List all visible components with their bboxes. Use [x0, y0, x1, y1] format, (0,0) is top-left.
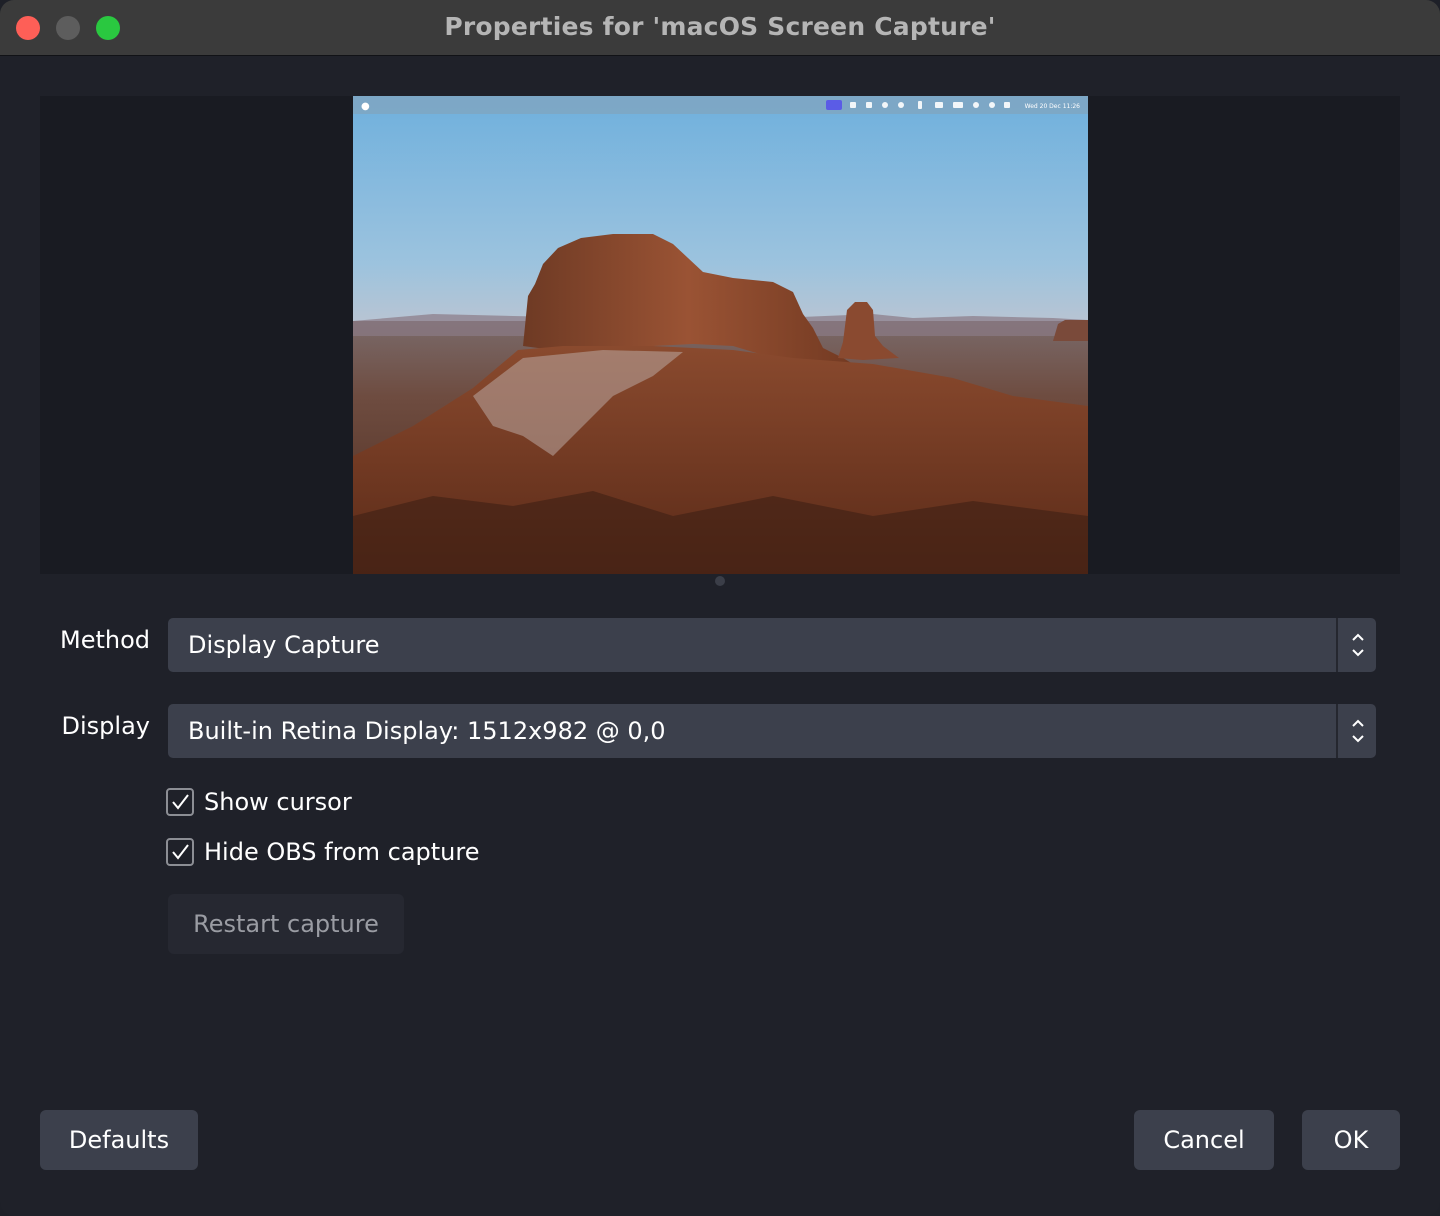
display-label: Display: [61, 712, 150, 740]
show-cursor-checkbox[interactable]: [166, 788, 194, 816]
defaults-button[interactable]: Defaults: [40, 1110, 198, 1170]
window-title: Properties for 'macOS Screen Capture': [444, 12, 996, 41]
hide-obs-checkbox[interactable]: [166, 838, 194, 866]
display-select-value: Built-in Retina Display: 1512x982 @ 0,0: [188, 717, 666, 745]
select-arrows-icon: [1336, 704, 1376, 758]
checkmark-icon: [172, 794, 189, 810]
ok-button[interactable]: OK: [1302, 1110, 1400, 1170]
hide-obs-label: Hide OBS from capture: [204, 838, 480, 866]
cancel-button[interactable]: Cancel: [1134, 1110, 1274, 1170]
capture-preview: ● Wed 20 Dec 11:26: [40, 96, 1400, 574]
method-select[interactable]: Display Capture: [168, 618, 1376, 672]
show-cursor-label: Show cursor: [204, 788, 352, 816]
svg-text:●: ●: [361, 101, 370, 112]
desktop-preview-image: ● Wed 20 Dec 11:26: [353, 96, 1088, 574]
select-arrows-icon: [1336, 618, 1376, 672]
method-select-value: Display Capture: [188, 631, 380, 659]
restart-capture-button[interactable]: Restart capture: [168, 894, 404, 954]
preview-resize-handle[interactable]: [715, 576, 725, 586]
display-select[interactable]: Built-in Retina Display: 1512x982 @ 0,0: [168, 704, 1376, 758]
properties-window: Properties for 'macOS Screen Capture' ● …: [0, 0, 1440, 1216]
checkmark-icon: [172, 844, 189, 860]
method-label: Method: [59, 626, 150, 654]
menubar-clock: Wed 20 Dec 11:26: [1025, 103, 1081, 110]
title-bar[interactable]: Properties for 'macOS Screen Capture': [0, 0, 1440, 56]
